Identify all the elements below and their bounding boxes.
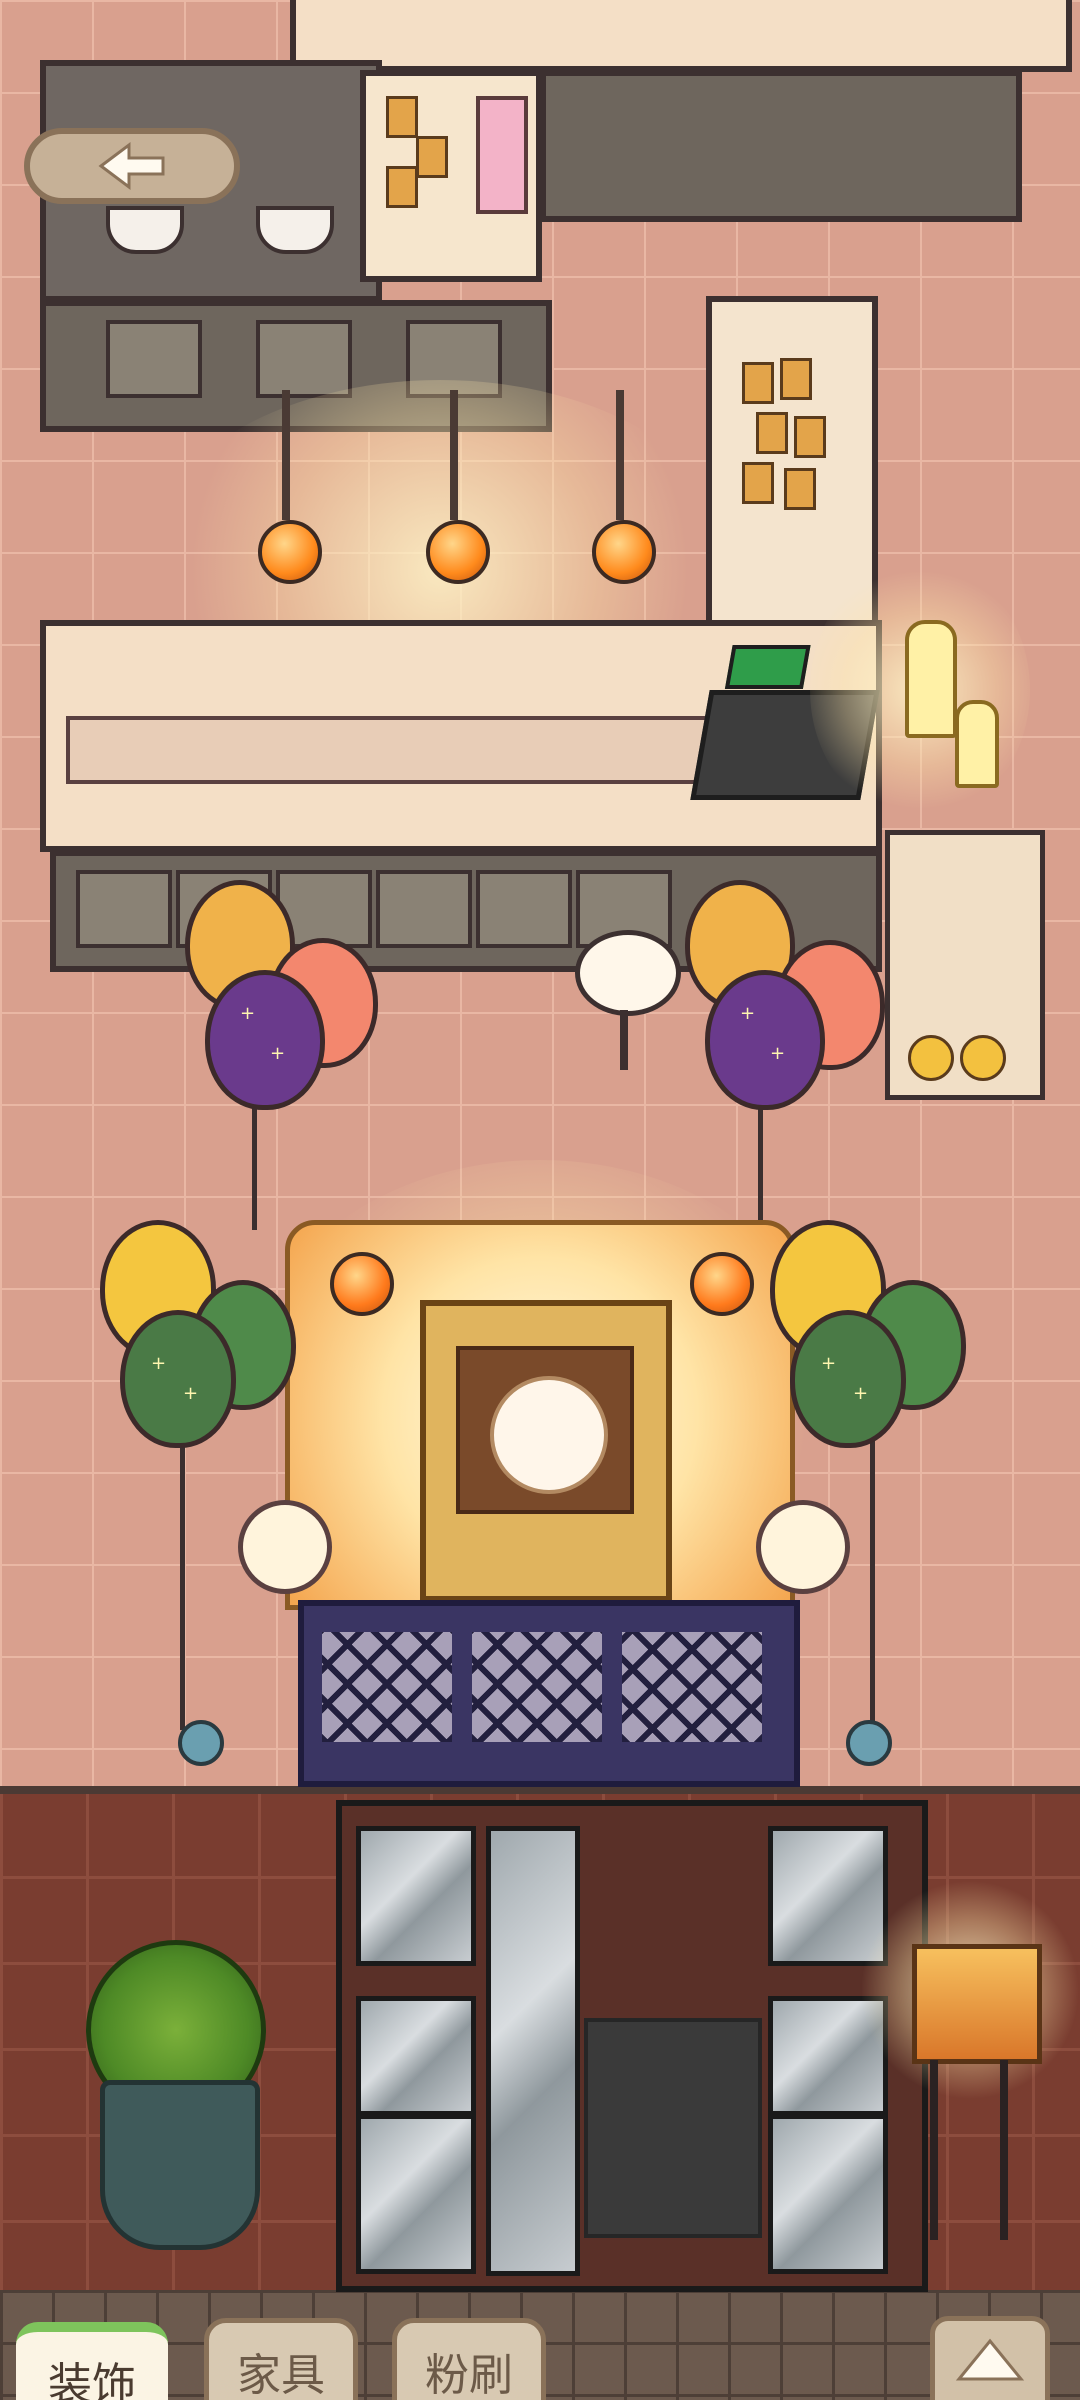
pendant-lamp[interactable] bbox=[592, 520, 656, 584]
bar-stool[interactable] bbox=[575, 930, 681, 1016]
tab-label: 粉刷 bbox=[425, 2350, 513, 2400]
arc-lamp[interactable] bbox=[690, 1252, 754, 1316]
balloon-weight bbox=[178, 1720, 224, 1766]
game-scene[interactable]: + + + + + + + + 装饰 家具 粉刷 bbox=[0, 0, 1080, 2400]
register-display bbox=[724, 645, 811, 689]
balloon-weight bbox=[846, 1720, 892, 1766]
balloon-purple[interactable]: + + bbox=[205, 970, 325, 1110]
tab-paint[interactable]: 粉刷 bbox=[392, 2318, 546, 2400]
globe-lamp[interactable] bbox=[238, 1500, 332, 1594]
tab-decoration[interactable]: 装饰 bbox=[16, 2322, 168, 2400]
up-triangle-icon bbox=[955, 2338, 1025, 2381]
top-counter-cabinet bbox=[540, 70, 1022, 222]
candle[interactable] bbox=[955, 700, 999, 788]
door-mat[interactable] bbox=[584, 2018, 762, 2238]
side-table[interactable] bbox=[885, 830, 1045, 1100]
throne-chair[interactable] bbox=[420, 1300, 672, 1602]
lemon bbox=[908, 1035, 954, 1081]
tab-furniture[interactable]: 家具 bbox=[204, 2318, 358, 2400]
tab-label: 装饰 bbox=[48, 2359, 136, 2400]
lattice-railing[interactable] bbox=[298, 1600, 800, 1787]
tab-label: 家具 bbox=[237, 2350, 325, 2400]
pendant-lamp[interactable] bbox=[258, 520, 322, 584]
left-arrow-icon bbox=[98, 142, 165, 190]
balloon-purple[interactable]: + + bbox=[705, 970, 825, 1110]
coffee-cup-icon bbox=[256, 206, 334, 254]
coffee-cup-icon bbox=[106, 206, 184, 254]
back-button[interactable] bbox=[24, 128, 240, 204]
candle[interactable] bbox=[905, 620, 957, 738]
balloon-green[interactable]: + + bbox=[790, 1310, 906, 1448]
bunny-character[interactable] bbox=[490, 1376, 608, 1494]
wall-lamp[interactable] bbox=[912, 1944, 1042, 2064]
balloon-green[interactable]: + + bbox=[120, 1310, 236, 1448]
bread-shelf[interactable] bbox=[706, 296, 878, 628]
expand-panel-button[interactable] bbox=[930, 2316, 1050, 2400]
pendant-lamp[interactable] bbox=[426, 520, 490, 584]
globe-lamp[interactable] bbox=[756, 1500, 850, 1594]
lemon bbox=[960, 1035, 1006, 1081]
top-counter[interactable] bbox=[290, 0, 1072, 72]
entrance-wall bbox=[0, 1786, 1080, 1794]
milk-carton bbox=[476, 96, 528, 214]
pastry-display[interactable] bbox=[360, 70, 542, 282]
arc-lamp[interactable] bbox=[330, 1252, 394, 1316]
plant-pot bbox=[100, 2080, 260, 2250]
